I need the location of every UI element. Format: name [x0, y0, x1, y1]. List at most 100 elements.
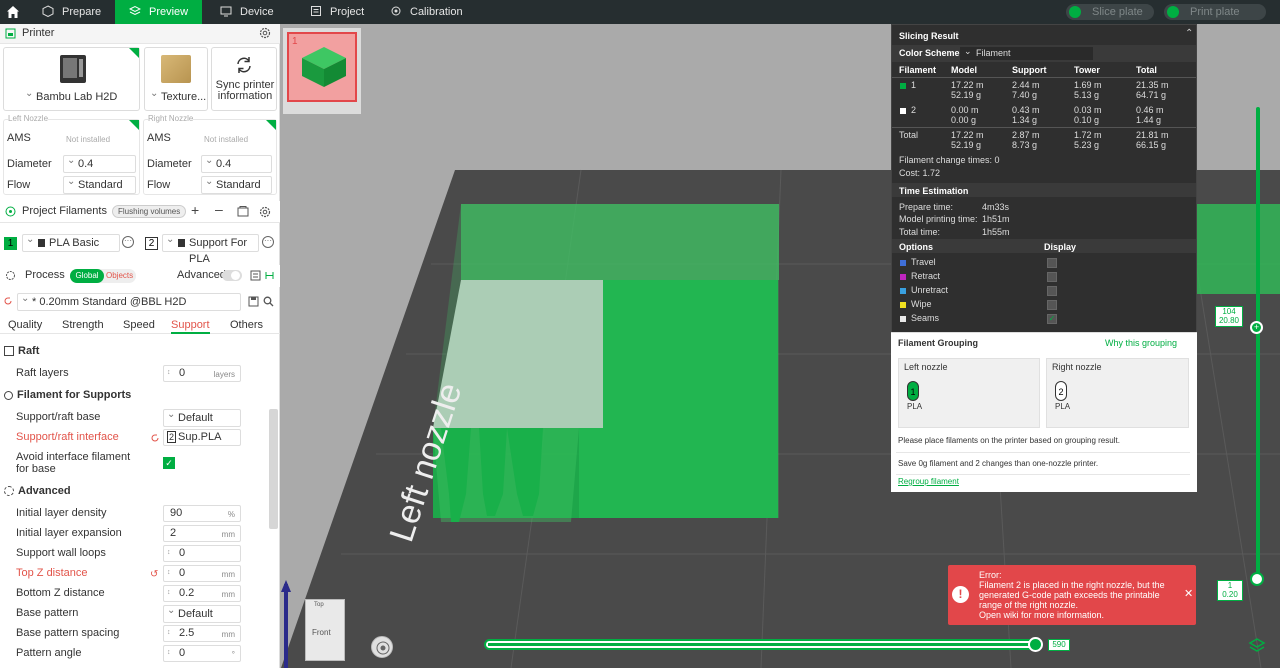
advanced-toggle[interactable] [222, 270, 242, 281]
setting-input[interactable]: ↕ 0.2 mm [163, 585, 241, 602]
error-line-1: Filament 2 is placed in the right nozzle… [979, 580, 1165, 590]
plate-card[interactable]: Texture... [144, 47, 208, 111]
color-scheme-select[interactable]: Filament [960, 47, 1093, 60]
sync-ams-icon[interactable] [237, 206, 249, 217]
stepper-icon[interactable]: ↕ [167, 625, 171, 640]
tab-support[interactable]: Support [171, 319, 210, 334]
right-flow-select[interactable]: Standard [201, 174, 272, 194]
stepper-icon[interactable]: ↕ [167, 565, 171, 580]
add-filament-icon[interactable]: + [191, 202, 199, 218]
error-wiki-link[interactable]: Open wiki for more information. [979, 610, 1104, 620]
support-interface-select[interactable]: 2 Sup.PLA [163, 429, 241, 446]
stepper-icon[interactable]: ↕ [167, 645, 171, 660]
option-display-checkbox[interactable] [1047, 272, 1057, 282]
slice-plate-button[interactable]: Slice plate [1066, 4, 1154, 20]
tab-device[interactable]: Device [202, 0, 292, 24]
chevron-down-icon[interactable] [1069, 6, 1081, 18]
move-slider-handle[interactable] [1028, 637, 1043, 652]
view-cube-front[interactable]: Front [312, 628, 331, 637]
plate-thumbnail[interactable]: 1 [287, 32, 357, 102]
raft-layers-input[interactable]: ↕ 0 layers [163, 365, 241, 382]
move-slider-track[interactable] [484, 639, 1040, 650]
view-cube[interactable]: Top Front [305, 599, 345, 661]
stepper-icon[interactable]: ↕ [167, 585, 171, 600]
setting-value: Default [178, 608, 213, 620]
home-icon[interactable] [6, 5, 20, 19]
tab-speed[interactable]: Speed [123, 319, 155, 331]
layer-slider-bottom-handle[interactable] [1250, 572, 1264, 586]
filament-1-index[interactable]: 1 [4, 237, 17, 250]
gear-icon[interactable] [259, 27, 271, 39]
more-options-icon[interactable]: ··· [122, 236, 134, 248]
compare-icon[interactable] [264, 270, 275, 281]
chevron-down-icon[interactable] [1167, 6, 1179, 18]
global-objects-toggle[interactable]: Global Objects [70, 269, 136, 283]
right-diameter-select[interactable]: 0.4 [201, 153, 272, 173]
collapse-icon[interactable]: ⌃ [1185, 28, 1193, 39]
tab-quality[interactable]: Quality [8, 319, 42, 331]
list-icon[interactable] [250, 270, 261, 281]
reset-icon[interactable] [3, 296, 13, 306]
support-base-select[interactable]: Default [163, 407, 241, 427]
stepper-icon[interactable]: ↕ [167, 365, 171, 380]
setting-input[interactable]: ↕ 0 mm [163, 565, 241, 582]
setting-input[interactable]: ↕ 2.5 mm [163, 625, 241, 642]
regroup-filament-link[interactable]: Regroup filament [898, 477, 959, 486]
printer-header: Printer [0, 24, 280, 44]
printer-card[interactable]: Bambu Lab H2D [3, 47, 140, 111]
plate-type-select[interactable]: Texture... [147, 86, 207, 107]
right-flow-label: Flow [147, 179, 171, 191]
camera-icon[interactable] [371, 636, 393, 658]
setting-input[interactable]: 90% [163, 505, 241, 522]
right-nozzle-title: Right Nozzle [148, 114, 194, 123]
tab-strength[interactable]: Strength [62, 319, 104, 331]
save-icon[interactable] [248, 296, 259, 307]
option-display-checkbox[interactable] [1047, 286, 1057, 296]
global-option[interactable]: Global [70, 269, 104, 283]
option-display-checkbox[interactable]: ✓ [1047, 314, 1057, 324]
reset-icon[interactable] [150, 433, 160, 443]
option-display-checkbox[interactable] [1047, 300, 1057, 310]
filament-1-select[interactable]: PLA Basic [22, 232, 120, 252]
printer-name-select[interactable]: Bambu Lab H2D [22, 86, 128, 107]
gear-icon[interactable] [259, 206, 271, 218]
setting-input[interactable]: ↕ 0 ° [163, 645, 241, 662]
filament-2-select[interactable]: Support For PLA [162, 232, 259, 265]
objects-option[interactable]: Objects [106, 269, 136, 283]
left-flow-select[interactable]: Standard [63, 174, 136, 194]
setting-input[interactable]: ↕ 0 [163, 545, 241, 562]
settings-scrollbar[interactable] [269, 409, 278, 529]
option-color-swatch [900, 302, 906, 308]
process-preset-select[interactable]: * 0.20mm Standard @BBL H2D [17, 291, 241, 311]
setting-input[interactable]: Default [163, 603, 241, 623]
search-icon[interactable] [263, 296, 274, 307]
layers-toggle-icon[interactable] [1248, 636, 1266, 654]
option-display-checkbox[interactable] [1047, 258, 1057, 268]
cell: 21.81 m [1136, 130, 1169, 140]
tab-others[interactable]: Others [230, 319, 263, 331]
layer-slider-track[interactable] [1256, 107, 1260, 582]
left-group-filament-chip[interactable]: 1 [907, 381, 919, 401]
right-group-filament-chip[interactable]: 2 [1055, 381, 1067, 401]
setting-input[interactable]: 2 mm [163, 525, 241, 542]
tab-preview[interactable]: Preview [115, 0, 202, 24]
left-diameter-select[interactable]: 0.4 [63, 153, 136, 173]
filament-2-index[interactable]: 2 [145, 237, 158, 250]
tab-calibration[interactable]: Calibration [372, 0, 472, 24]
more-options-icon[interactable]: ··· [262, 236, 274, 248]
remove-filament-icon[interactable]: – [215, 201, 223, 217]
why-grouping-link[interactable]: Why this grouping [1105, 338, 1177, 348]
layer-slider-top-handle[interactable]: + [1250, 321, 1263, 334]
tab-prepare[interactable]: Prepare [30, 0, 114, 24]
print-plate-button[interactable]: Print plate [1164, 4, 1266, 20]
stepper-icon[interactable]: ↕ [167, 545, 171, 560]
col-model: Model [951, 65, 977, 75]
view-cube-top[interactable]: Top [314, 602, 324, 608]
tab-project[interactable]: Project [292, 0, 372, 24]
model-time: 1h51m [982, 214, 1010, 224]
avoid-interface-checkbox[interactable]: ✓ [163, 457, 175, 469]
reset-icon[interactable]: ↺ [150, 569, 158, 580]
close-icon[interactable]: ✕ [1184, 589, 1193, 600]
flushing-volumes-button[interactable]: Flushing volumes [112, 205, 187, 218]
sync-printer-button[interactable]: Sync printer information [211, 47, 277, 111]
